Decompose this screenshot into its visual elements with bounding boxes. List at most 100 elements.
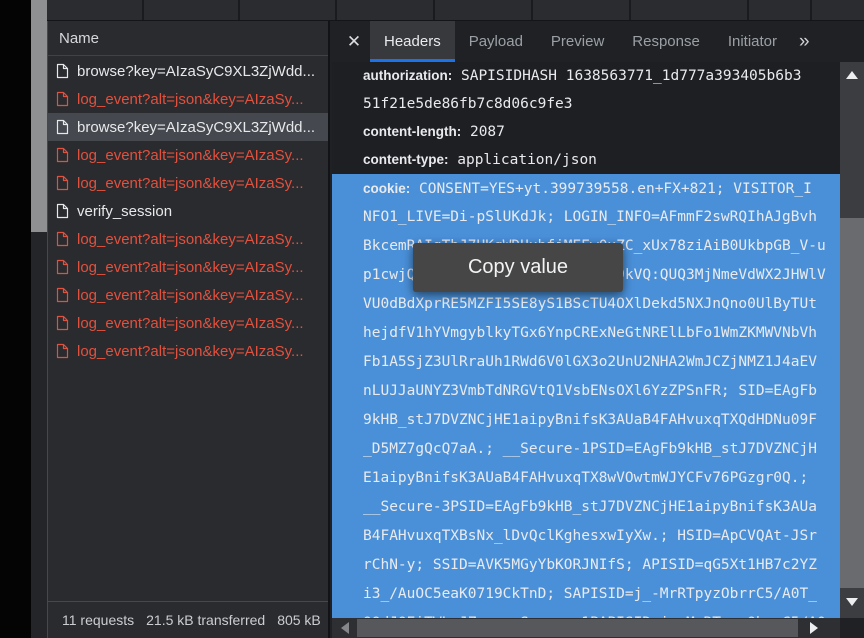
details-tab-bar: ✕ HeadersPayloadPreviewResponseInitiator…: [332, 21, 864, 62]
background-scrollbar-track: [31, 0, 47, 638]
close-icon[interactable]: ✕: [338, 21, 370, 62]
vertical-scrollbar[interactable]: [840, 62, 864, 618]
header-name: content-type:: [363, 152, 449, 167]
header-value-line: hejdfV1hYVmgyblkyTGx6YnpCRExNeGtNRElLbFo…: [363, 319, 834, 348]
header-section-authorization[interactable]: authorization: SAPISIDHASH 1638563771_1d…: [332, 62, 840, 118]
request-row[interactable]: browse?key=AIzaSyC9XL3ZjWdd...: [48, 113, 328, 141]
context-menu: Copy value: [413, 243, 623, 292]
horizontal-scrollbar-thumb[interactable]: [357, 619, 798, 637]
toolbar-strip: [47, 0, 864, 21]
header-value-line: rChN-y; SSID=AVK5MGyYbKORJNIfS; APISID=q…: [363, 551, 834, 580]
headers-content: authorization: SAPISIDHASH 1638563771_1d…: [332, 62, 840, 618]
toolbar-divider: [335, 0, 337, 20]
request-label: log_event?alt=json&key=AIzaSy...: [77, 91, 304, 108]
request-row[interactable]: log_event?alt=json&key=AIzaSy...: [48, 337, 328, 365]
request-row[interactable]: log_event?alt=json&key=AIzaSy...: [48, 85, 328, 113]
devtools-network-window: Name browse?key=AIzaSyC9XL3ZjWdd... log_e…: [0, 0, 864, 638]
header-value-line: QOdJQEiTWLvJZ; __Secure-1PAPISID=j_-MrRT…: [363, 609, 834, 618]
header-name: cookie:: [363, 181, 410, 196]
header-name: content-length:: [363, 124, 461, 139]
toolbar-divider: [531, 0, 533, 20]
header-value-line: content-length: 2087: [363, 118, 834, 146]
background-window-strip: [0, 0, 31, 638]
toolbar-divider: [810, 0, 812, 20]
header-value-line: E1aipyBnifsK3AUaB4FAHvuxqTX8wVOwtmWJYCFv…: [363, 464, 834, 493]
tab-preview[interactable]: Preview: [537, 21, 618, 62]
header-value-line: content-type: application/json: [363, 146, 834, 174]
header-value-line: NFO1_LIVE=Di-pSlUKdJk; LOGIN_INFO=AFmmF2…: [363, 203, 834, 232]
file-icon: [56, 231, 69, 247]
toolbar-divider: [747, 0, 749, 20]
tab-response[interactable]: Response: [618, 21, 714, 62]
request-label: log_event?alt=json&key=AIzaSy...: [77, 259, 304, 276]
vertical-scrollbar-thumb[interactable]: [840, 218, 864, 588]
scroll-up-icon[interactable]: [846, 71, 858, 79]
header-value-line: 9kHB_stJ7DVZNCjHE1aipyBnifsK3AUaB4FAHvux…: [363, 406, 834, 435]
request-label: log_event?alt=json&key=AIzaSy...: [77, 315, 304, 332]
more-tabs-icon[interactable]: »: [799, 21, 810, 62]
request-row[interactable]: log_event?alt=json&key=AIzaSy...: [48, 225, 328, 253]
summary-request-count: 11 requests: [62, 612, 134, 628]
header-value-line: _D5MZ7gQcQ7aA.; __Secure-1PSID=EAgFb9kHB…: [363, 435, 834, 464]
tab-payload[interactable]: Payload: [455, 21, 537, 62]
request-row[interactable]: log_event?alt=json&key=AIzaSy...: [48, 169, 328, 197]
request-label: log_event?alt=json&key=AIzaSy...: [77, 343, 304, 360]
header-value-line: cookie: CONSENT=YES+yt.399739558.en+FX+8…: [363, 174, 834, 203]
header-value-line: nLUJJaUNYZ3VmbTdNRGVtQ1VsbENsOXl6YzZPSnF…: [363, 377, 834, 406]
toolbar-divider: [433, 0, 435, 20]
request-row[interactable]: log_event?alt=json&key=AIzaSy...: [48, 253, 328, 281]
file-icon: [56, 203, 69, 219]
tab-initiator[interactable]: Initiator: [714, 21, 791, 62]
header-name: authorization:: [363, 68, 452, 83]
header-value-line: i3_/AuOC5eaK0719CkTnD; SAPISID=j_-MrRTpy…: [363, 580, 834, 609]
file-icon: [56, 287, 69, 303]
file-icon: [56, 147, 69, 163]
header-section-content-type[interactable]: content-type: application/json: [332, 146, 840, 174]
background-scrollbar-thumb[interactable]: [31, 0, 47, 232]
file-icon: [56, 259, 69, 275]
toolbar-divider: [629, 0, 631, 20]
request-details-panel: ✕ HeadersPayloadPreviewResponseInitiator…: [332, 21, 864, 638]
request-label: log_event?alt=json&key=AIzaSy...: [77, 231, 304, 248]
summary-transferred: 21.5 kB transferred: [146, 612, 265, 628]
network-summary-bar: 11 requests 21.5 kB transferred 805 kB: [48, 601, 328, 638]
request-label: log_event?alt=json&key=AIzaSy...: [77, 175, 304, 192]
scrollbar-corner: [840, 618, 864, 638]
header-value-line: Fb1A5SjZ3UlRraUh1RWd6V0lGX3o2UnU2NHA2WmJ…: [363, 348, 834, 377]
header-value-line: B4FAHvuxqTXBsNx_lDvQclKghesxwIyXw.; HSID…: [363, 522, 834, 551]
file-icon: [56, 63, 69, 79]
request-row[interactable]: log_event?alt=json&key=AIzaSy...: [48, 281, 328, 309]
header-value-line: 51f21e5de86fb7c8d06c9fe3: [363, 90, 834, 118]
file-icon: [56, 119, 69, 135]
name-column-header[interactable]: Name: [48, 21, 328, 56]
scroll-left-icon[interactable]: [341, 622, 349, 634]
horizontal-scrollbar[interactable]: [332, 618, 840, 638]
summary-resources: 805 kB: [277, 612, 321, 628]
scroll-down-icon[interactable]: [846, 598, 858, 606]
file-icon: [56, 175, 69, 191]
file-icon: [56, 343, 69, 359]
tab-headers[interactable]: Headers: [370, 21, 455, 62]
scroll-right-icon[interactable]: [810, 622, 818, 634]
request-label: browse?key=AIzaSyC9XL3ZjWdd...: [77, 63, 315, 80]
header-value-line: authorization: SAPISIDHASH 1638563771_1d…: [363, 62, 834, 90]
request-row[interactable]: log_event?alt=json&key=AIzaSy...: [48, 309, 328, 337]
header-section-cookie[interactable]: cookie: CONSENT=YES+yt.399739558.en+FX+8…: [332, 174, 840, 618]
toolbar-divider: [142, 0, 144, 20]
request-label: log_event?alt=json&key=AIzaSy...: [77, 147, 304, 164]
tabs-container: HeadersPayloadPreviewResponseInitiator: [370, 21, 791, 62]
file-icon: [56, 315, 69, 331]
request-label: browse?key=AIzaSyC9XL3ZjWdd...: [77, 119, 315, 136]
header-value-line: VU0dBdXprRE5MZFI5SE8yS1BScTU4OXlDekd5NXJ…: [363, 290, 834, 319]
request-row[interactable]: verify_session: [48, 197, 328, 225]
header-section-content-length[interactable]: content-length: 2087: [332, 118, 840, 146]
request-label: verify_session: [77, 203, 172, 220]
request-row[interactable]: browse?key=AIzaSyC9XL3ZjWdd...: [48, 57, 328, 85]
request-label: log_event?alt=json&key=AIzaSy...: [77, 287, 304, 304]
network-request-list-panel: Name browse?key=AIzaSyC9XL3ZjWdd... log_e…: [47, 21, 330, 638]
toolbar-divider: [238, 0, 240, 20]
request-list: browse?key=AIzaSyC9XL3ZjWdd... log_event?…: [48, 57, 328, 365]
header-value-line: __Secure-3PSID=EAgFb9kHB_stJ7DVZNCjHE1ai…: [363, 493, 834, 522]
copy-value-menu-item[interactable]: Copy value: [468, 256, 568, 279]
request-row[interactable]: log_event?alt=json&key=AIzaSy...: [48, 141, 328, 169]
